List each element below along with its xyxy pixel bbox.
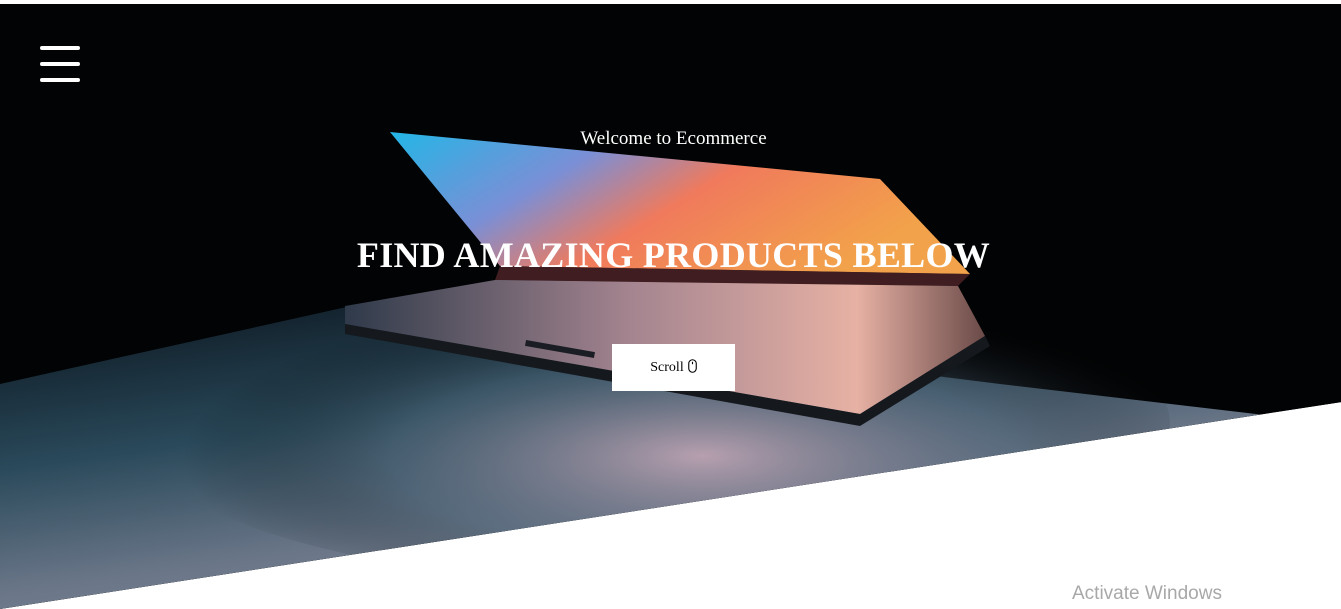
hamburger-menu-icon[interactable] xyxy=(40,46,80,84)
scroll-button[interactable]: Scroll xyxy=(612,344,735,391)
menu-bar-middle xyxy=(40,62,80,66)
mouse-icon xyxy=(687,359,697,373)
menu-bar-top xyxy=(40,46,80,50)
activate-windows-watermark: Activate Windows xyxy=(1072,583,1222,604)
hero-banner: Welcome to Ecommerce FIND AMAZING PRODUC… xyxy=(0,4,1341,609)
laptop-background-image xyxy=(0,4,1341,609)
hero-headline: FIND AMAZING PRODUCTS BELOW xyxy=(356,235,991,275)
welcome-text: Welcome to Ecommerce xyxy=(580,128,767,149)
scroll-button-label: Scroll xyxy=(650,359,684,375)
page: Welcome to Ecommerce FIND AMAZING PRODUC… xyxy=(0,0,1341,609)
menu-bar-bottom xyxy=(40,78,80,82)
